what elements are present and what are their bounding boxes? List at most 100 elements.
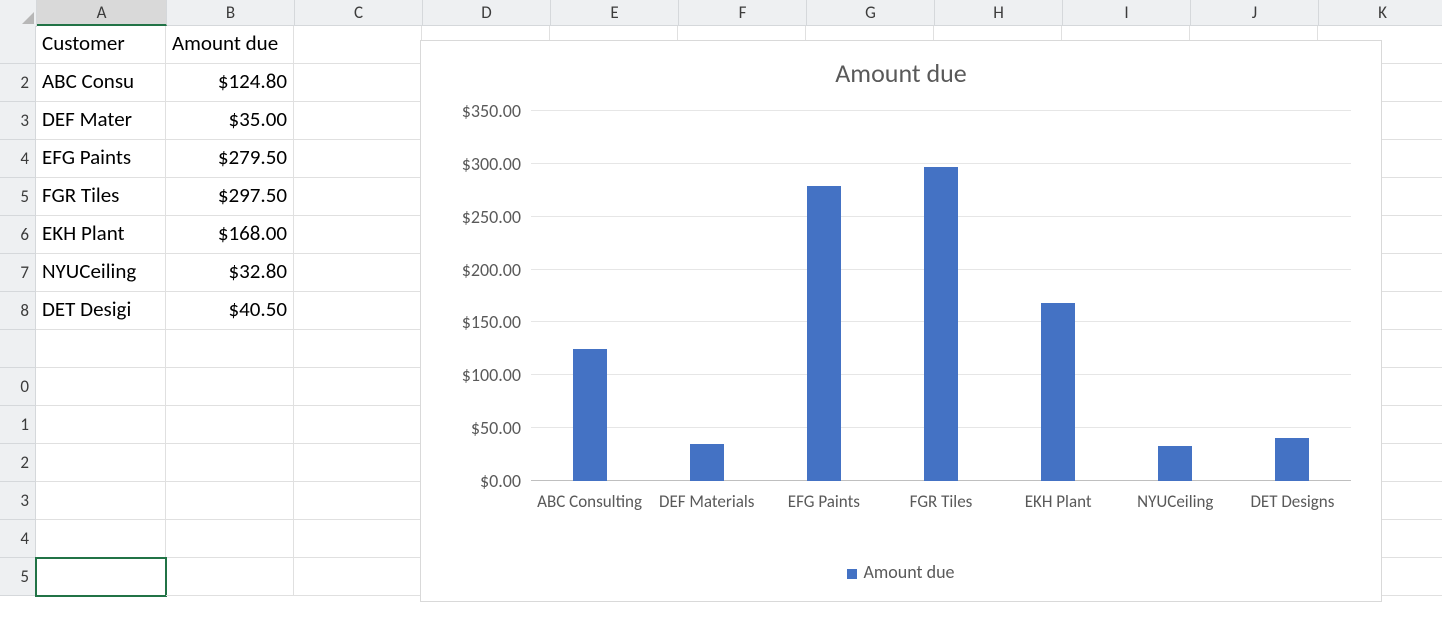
- row-header[interactable]: 4: [0, 520, 36, 558]
- row-header[interactable]: 2: [0, 444, 36, 482]
- chart-x-tick-label: FGR Tiles: [882, 485, 999, 512]
- row-header[interactable]: 8: [0, 292, 36, 330]
- cell[interactable]: [294, 102, 422, 140]
- cell[interactable]: Customer: [36, 26, 166, 64]
- cell[interactable]: [166, 444, 294, 482]
- chart-y-tick-label: $0.00: [480, 470, 531, 492]
- cell[interactable]: DEF Mater: [36, 102, 166, 140]
- chart-x-axis-labels: ABC ConsultingDEF MaterialsEFG PaintsFGR…: [531, 485, 1351, 512]
- chart-x-tick-label: NYUCeiling: [1117, 485, 1234, 512]
- cell[interactable]: $40.50: [166, 292, 294, 330]
- cell[interactable]: $32.80: [166, 254, 294, 292]
- cell[interactable]: $168.00: [166, 216, 294, 254]
- chart-bar[interactable]: [807, 186, 841, 481]
- row-header[interactable]: 1: [0, 406, 36, 444]
- cell[interactable]: $297.50: [166, 178, 294, 216]
- cell[interactable]: DET Desigi: [36, 292, 166, 330]
- chart-bars-group: [531, 111, 1351, 481]
- column-header-G[interactable]: G: [807, 0, 935, 26]
- cell[interactable]: [36, 330, 166, 368]
- column-header-C[interactable]: C: [295, 0, 423, 26]
- column-header-F[interactable]: F: [679, 0, 807, 26]
- embedded-chart[interactable]: Amount due $0.00$50.00$100.00$150.00$200…: [420, 40, 1382, 602]
- chart-y-tick-label: $50.00: [471, 417, 531, 439]
- row-header[interactable]: 6: [0, 216, 36, 254]
- row-header-column: 2345678012345: [0, 26, 36, 596]
- chart-bar[interactable]: [1158, 446, 1192, 481]
- cell[interactable]: EFG Paints: [36, 140, 166, 178]
- cell[interactable]: [294, 254, 422, 292]
- cell[interactable]: [294, 482, 422, 520]
- chart-x-tick-label: EFG Paints: [765, 485, 882, 512]
- cell[interactable]: [166, 330, 294, 368]
- column-header-E[interactable]: E: [551, 0, 679, 26]
- chart-legend: Amount due: [431, 561, 1371, 583]
- cell[interactable]: [36, 482, 166, 520]
- cell[interactable]: [294, 292, 422, 330]
- cell[interactable]: [294, 444, 422, 482]
- row-header[interactable]: 5: [0, 558, 36, 596]
- cell[interactable]: [294, 558, 422, 596]
- column-header-J[interactable]: J: [1191, 0, 1319, 26]
- cell[interactable]: FGR Tiles: [36, 178, 166, 216]
- cell[interactable]: $35.00: [166, 102, 294, 140]
- row-header[interactable]: 4: [0, 140, 36, 178]
- cell[interactable]: [294, 216, 422, 254]
- row-header[interactable]: 7: [0, 254, 36, 292]
- cell[interactable]: [294, 520, 422, 558]
- cell[interactable]: NYUCeiling: [36, 254, 166, 292]
- cell[interactable]: [36, 520, 166, 558]
- cell[interactable]: [166, 482, 294, 520]
- column-header-B[interactable]: B: [167, 0, 295, 26]
- column-header-K[interactable]: K: [1319, 0, 1442, 26]
- cell[interactable]: EKH Plant: [36, 216, 166, 254]
- cell[interactable]: [294, 178, 422, 216]
- chart-bar[interactable]: [924, 167, 958, 482]
- column-header-I[interactable]: I: [1063, 0, 1191, 26]
- cell[interactable]: [36, 406, 166, 444]
- row-header[interactable]: [0, 26, 36, 64]
- cell[interactable]: [166, 520, 294, 558]
- column-header-A[interactable]: A: [37, 0, 167, 26]
- cell[interactable]: [36, 368, 166, 406]
- chart-bar[interactable]: [1041, 303, 1075, 481]
- column-header-H[interactable]: H: [935, 0, 1063, 26]
- cell[interactable]: [36, 558, 166, 596]
- row-header[interactable]: [0, 330, 36, 368]
- cell[interactable]: [294, 368, 422, 406]
- cell[interactable]: [294, 140, 422, 178]
- cell[interactable]: [294, 406, 422, 444]
- row-header[interactable]: 2: [0, 64, 36, 102]
- cell[interactable]: [166, 368, 294, 406]
- chart-y-tick-label: $150.00: [462, 311, 531, 333]
- row-header[interactable]: 5: [0, 178, 36, 216]
- select-all-corner[interactable]: [0, 0, 37, 27]
- chart-y-tick-label: $250.00: [462, 206, 531, 228]
- chart-y-tick-label: $100.00: [462, 364, 531, 386]
- chart-bar[interactable]: [1275, 438, 1309, 481]
- column-header-row: ABCDEFGHIJK: [0, 0, 1442, 26]
- cell[interactable]: [36, 444, 166, 482]
- cell[interactable]: [294, 26, 422, 64]
- cell[interactable]: [294, 64, 422, 102]
- chart-bar[interactable]: [573, 349, 607, 481]
- cell[interactable]: [294, 330, 422, 368]
- cell[interactable]: $124.80: [166, 64, 294, 102]
- cell[interactable]: ABC Consu: [36, 64, 166, 102]
- cell[interactable]: [166, 558, 294, 596]
- cell[interactable]: [166, 406, 294, 444]
- row-header[interactable]: 3: [0, 482, 36, 520]
- chart-y-tick-label: $200.00: [462, 259, 531, 281]
- row-header[interactable]: 0: [0, 368, 36, 406]
- row-header[interactable]: 3: [0, 102, 36, 140]
- cell[interactable]: $279.50: [166, 140, 294, 178]
- chart-x-tick-label: DET Designs: [1234, 485, 1351, 512]
- chart-plot-area: $0.00$50.00$100.00$150.00$200.00$250.00$…: [531, 111, 1351, 481]
- chart-x-tick-label: DEF Materials: [648, 485, 765, 512]
- select-all-triangle-icon: [22, 12, 34, 24]
- chart-y-tick-label: $300.00: [462, 153, 531, 175]
- cell[interactable]: Amount due: [166, 26, 294, 64]
- chart-bar[interactable]: [690, 444, 724, 481]
- chart-x-tick-label: EKH Plant: [1000, 485, 1117, 512]
- column-header-D[interactable]: D: [423, 0, 551, 26]
